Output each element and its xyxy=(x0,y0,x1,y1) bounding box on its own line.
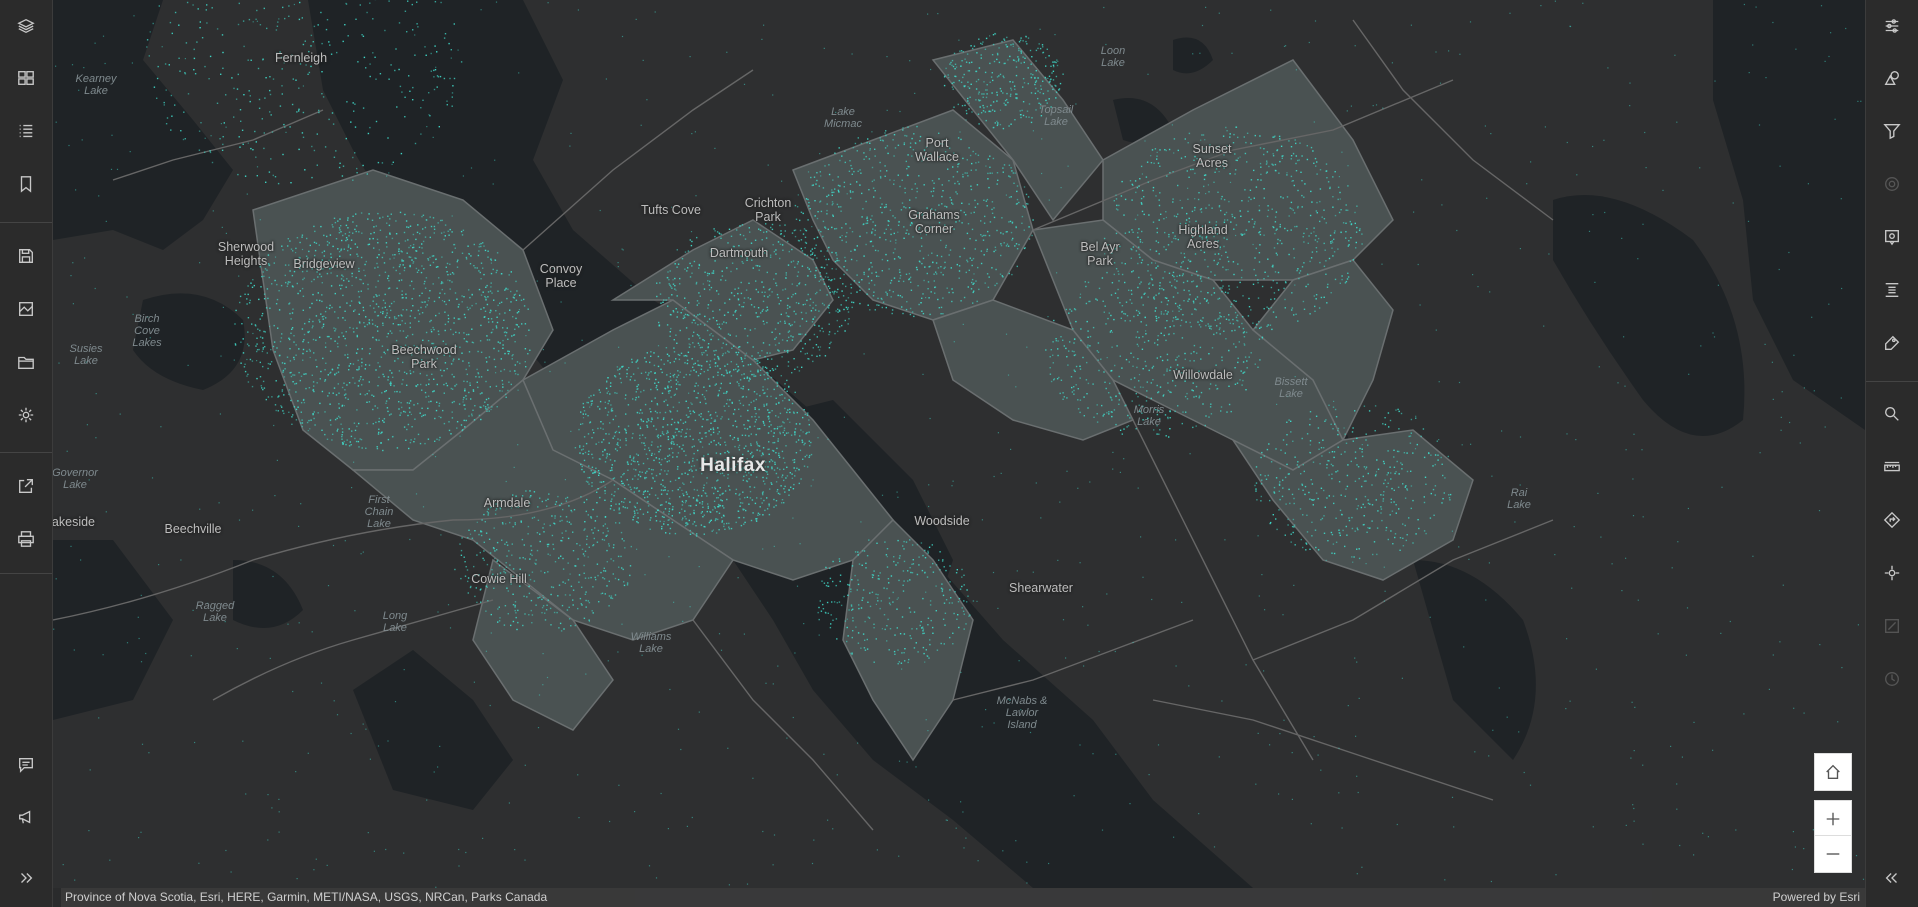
map-view[interactable]: Fernleigh Sherwood Heights Bridgeview Convoy… xyxy=(53,0,1865,888)
place-label: Armdale xyxy=(483,496,531,510)
lake-label: First Chain Lake xyxy=(364,494,394,530)
place-label: Dartmouth xyxy=(709,246,769,260)
lake-label: Ragged Lake xyxy=(195,600,235,624)
city-label-halifax: Halifax xyxy=(700,455,766,476)
zoom-out-button[interactable] xyxy=(1814,835,1852,873)
place-label: Port Wallace xyxy=(915,136,959,164)
save-icon[interactable] xyxy=(0,236,52,276)
place-label: Sherwood Heights xyxy=(217,240,275,268)
lake-label: Bissett Lake xyxy=(1274,376,1308,400)
basemap xyxy=(53,0,1865,888)
powered-by-esri[interactable]: Powered by Esri xyxy=(1773,888,1860,907)
place-label: Convoy Place xyxy=(539,262,583,290)
place-label: Tufts Cove xyxy=(641,203,701,217)
share-icon[interactable] xyxy=(0,466,52,506)
configure-popups-icon[interactable] xyxy=(1866,217,1918,257)
styles-icon[interactable] xyxy=(1866,58,1918,98)
lake-label: McNabs & Lawlor Island xyxy=(996,695,1048,731)
search-icon[interactable] xyxy=(1866,394,1918,434)
place-label: Cowie Hill xyxy=(471,572,527,586)
place-label: Sunset Acres xyxy=(1192,142,1232,170)
sketch-icon xyxy=(1866,606,1918,646)
expand-icon[interactable] xyxy=(0,858,52,898)
map-properties-icon[interactable] xyxy=(0,289,52,329)
place-label: Shearwater xyxy=(1009,581,1073,595)
place-label: Bel Ayr Park xyxy=(1080,240,1120,268)
time-icon xyxy=(1866,659,1918,699)
labels-icon[interactable] xyxy=(1866,323,1918,363)
home-icon xyxy=(1826,764,1840,779)
place-label: Crichton Park xyxy=(744,196,792,224)
filter-icon[interactable] xyxy=(1866,111,1918,151)
place-label: Lakeside xyxy=(53,515,96,529)
right-toolbar xyxy=(1865,0,1918,907)
lake-label: Morris Lake xyxy=(1133,404,1165,428)
open-folder-icon[interactable] xyxy=(0,342,52,382)
legend-icon[interactable] xyxy=(0,111,52,151)
effects-icon xyxy=(1866,164,1918,204)
feedback-icon[interactable] xyxy=(0,745,52,785)
home-button[interactable] xyxy=(1814,753,1852,791)
location-icon[interactable] xyxy=(1866,553,1918,593)
directions-icon[interactable] xyxy=(1866,500,1918,540)
lake-label: Susies Lake xyxy=(69,343,103,367)
basemap-gallery-icon[interactable] xyxy=(0,58,52,98)
measure-icon[interactable] xyxy=(1866,447,1918,487)
minus-icon xyxy=(1826,853,1840,855)
print-icon[interactable] xyxy=(0,519,52,559)
properties-icon[interactable] xyxy=(1866,6,1918,46)
lake-label: Birch Cove Lakes xyxy=(132,313,162,349)
place-label: Woodside xyxy=(914,514,970,528)
place-label: Grahams Corner xyxy=(908,208,960,236)
lake-label: Loon Lake xyxy=(1100,45,1126,69)
announcement-icon[interactable] xyxy=(0,797,52,837)
place-label: Beechville xyxy=(164,522,222,536)
lake-label: Topsail Lake xyxy=(1038,104,1074,128)
layers-icon[interactable] xyxy=(0,6,52,46)
place-label: Highland Acres xyxy=(1178,223,1228,251)
attribution-bar: Province of Nova Scotia, Esri, HERE, Gar… xyxy=(61,888,1866,907)
collapse-icon[interactable] xyxy=(1866,858,1918,898)
attribution-text: Province of Nova Scotia, Esri, HERE, Gar… xyxy=(65,890,548,904)
left-toolbar xyxy=(0,0,53,907)
settings-icon[interactable] xyxy=(0,395,52,435)
place-label: Fernleigh xyxy=(274,51,328,65)
bookmark-icon[interactable] xyxy=(0,164,52,204)
place-label: Beechwood Park xyxy=(391,343,457,371)
lake-label: Long Lake xyxy=(382,610,408,634)
lake-label: Williams Lake xyxy=(630,631,672,655)
place-label: Bridgeview xyxy=(293,257,355,271)
zoom-in-button[interactable] xyxy=(1814,800,1852,838)
lake-label: Kearney Lake xyxy=(75,73,117,97)
plus-icon xyxy=(1826,812,1840,826)
fields-icon[interactable] xyxy=(1866,270,1918,310)
place-label: Willowdale xyxy=(1173,368,1233,382)
lake-label: Governor Lake xyxy=(53,467,98,491)
lake-label: Rai Lake xyxy=(1507,487,1531,511)
lake-label: Lake Micmac xyxy=(824,106,862,130)
